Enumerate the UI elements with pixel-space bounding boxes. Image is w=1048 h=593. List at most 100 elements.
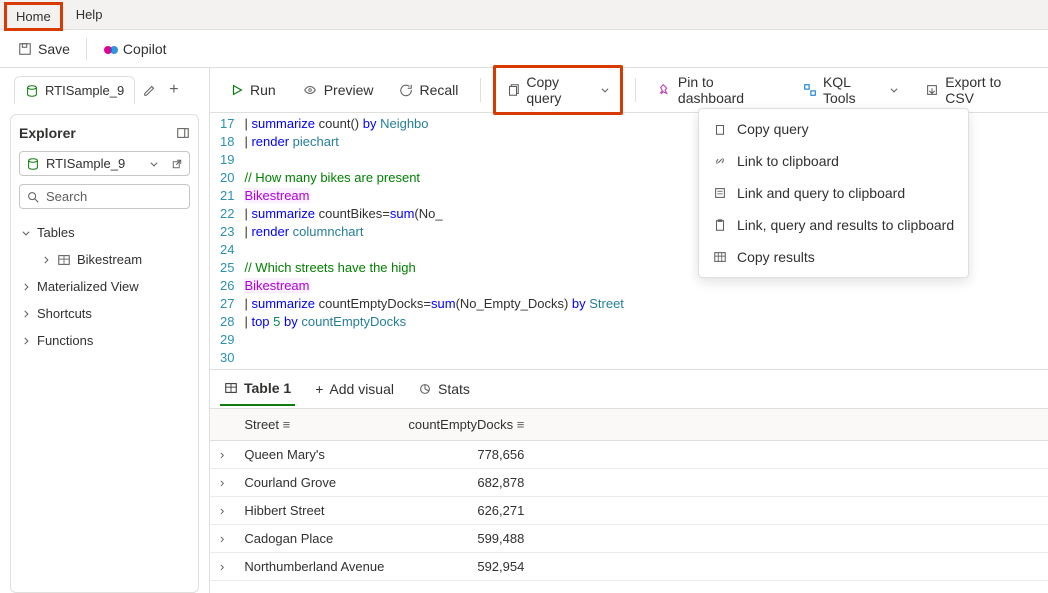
link-icon bbox=[713, 154, 727, 168]
pin-dashboard-button[interactable]: Pin to dashboard bbox=[648, 68, 787, 112]
chevron-down-icon bbox=[600, 85, 610, 95]
recall-label: Recall bbox=[419, 82, 458, 98]
table-icon bbox=[713, 250, 727, 264]
dropdown-link-query[interactable]: Link and query to clipboard bbox=[699, 177, 968, 209]
save-button[interactable]: Save bbox=[10, 37, 78, 61]
play-icon bbox=[230, 83, 244, 97]
table-row[interactable]: ›Courland Grove682,878 bbox=[210, 469, 1048, 497]
dropdown-copy-results[interactable]: Copy results bbox=[699, 241, 968, 273]
kql-tools-label: KQL Tools bbox=[823, 74, 881, 106]
save-label: Save bbox=[38, 41, 70, 57]
database-icon bbox=[26, 157, 40, 171]
export-icon bbox=[925, 83, 939, 97]
tree-label: Materialized View bbox=[37, 279, 139, 294]
explorer-panel: RTISample_9 + Explorer RTISample_9 bbox=[0, 68, 210, 593]
tab-stats[interactable]: Stats bbox=[414, 373, 474, 405]
tree-label: Tables bbox=[37, 225, 75, 240]
table-icon bbox=[224, 381, 238, 395]
preview-label: Preview bbox=[324, 82, 374, 98]
query-toolbar: Run Preview Recall Copy query Pin to das… bbox=[210, 68, 1048, 112]
editor-code[interactable]: | summarize count() by Neighbo| render p… bbox=[244, 113, 623, 369]
dropdown-link[interactable]: Link to clipboard bbox=[699, 145, 968, 177]
column-header-count[interactable]: countEmptyDocks bbox=[408, 417, 513, 432]
run-label: Run bbox=[250, 82, 276, 98]
dropdown-link-query-results[interactable]: Link, query and results to clipboard bbox=[699, 209, 968, 241]
tab-add-visual[interactable]: + Add visual bbox=[311, 373, 398, 405]
results-tabbar: Table 1 + Add visual Stats bbox=[210, 369, 1048, 409]
tab-label: Add visual bbox=[329, 381, 394, 397]
kql-tools-button[interactable]: KQL Tools bbox=[793, 68, 909, 112]
dropdown-label: Copy query bbox=[737, 121, 809, 137]
copy-icon bbox=[506, 83, 520, 97]
table-row[interactable]: ›Cadogan Place599,488 bbox=[210, 525, 1048, 553]
tree-tables[interactable]: Tables bbox=[19, 219, 190, 246]
tab-label: Table 1 bbox=[244, 380, 291, 396]
toolbar-separator bbox=[480, 78, 481, 102]
search-placeholder: Search bbox=[46, 189, 87, 204]
sort-icon[interactable]: ≡ bbox=[517, 417, 525, 432]
toolbar-separator bbox=[635, 78, 636, 102]
menu-home[interactable]: Home bbox=[4, 2, 63, 31]
chevron-right-icon bbox=[41, 255, 51, 265]
clipboard-icon bbox=[713, 218, 727, 232]
menu-help[interactable]: Help bbox=[67, 3, 112, 26]
tree-label: Functions bbox=[37, 333, 93, 348]
tree-label: Bikestream bbox=[77, 252, 142, 267]
menubar: Home Help bbox=[0, 0, 1048, 30]
chevron-down-icon bbox=[889, 85, 899, 95]
toolbar: Save Copilot bbox=[0, 30, 1048, 68]
refresh-icon bbox=[399, 83, 413, 97]
table-row[interactable]: ›Northumberland Avenue592,954 bbox=[210, 553, 1048, 581]
panel-collapse-icon[interactable] bbox=[176, 126, 190, 140]
export-label: Export to CSV bbox=[945, 74, 1028, 106]
dropdown-label: Copy results bbox=[737, 249, 815, 265]
tree-shortcuts[interactable]: Shortcuts bbox=[19, 300, 190, 327]
tab-table1[interactable]: Table 1 bbox=[220, 372, 295, 406]
dropdown-copy-query[interactable]: Copy query bbox=[699, 113, 968, 145]
explorer-tab-label: RTISample_9 bbox=[45, 83, 124, 98]
tree-materialized[interactable]: Materialized View bbox=[19, 273, 190, 300]
copilot-button[interactable]: Copilot bbox=[95, 37, 175, 61]
link-query-icon bbox=[713, 186, 727, 200]
pin-label: Pin to dashboard bbox=[678, 74, 777, 106]
search-input[interactable]: Search bbox=[19, 184, 190, 209]
tools-icon bbox=[803, 83, 817, 97]
column-header-street[interactable]: Street bbox=[244, 417, 279, 432]
chevron-right-icon bbox=[21, 309, 31, 319]
explorer-title: Explorer bbox=[19, 125, 76, 141]
explorer-header: Explorer bbox=[19, 125, 190, 141]
explorer-tab-bar: RTISample_9 + bbox=[0, 68, 209, 104]
chevron-right-icon bbox=[21, 336, 31, 346]
sort-icon[interactable]: ≡ bbox=[283, 417, 291, 432]
export-csv-button[interactable]: Export to CSV bbox=[915, 68, 1038, 112]
pin-icon bbox=[658, 83, 672, 97]
copy-query-button[interactable]: Copy query bbox=[493, 65, 623, 115]
add-tab-icon[interactable]: + bbox=[169, 81, 178, 99]
run-button[interactable]: Run bbox=[220, 76, 286, 104]
chevron-right-icon bbox=[21, 282, 31, 292]
dropdown-label: Link and query to clipboard bbox=[737, 185, 905, 201]
edit-tab-icon[interactable] bbox=[143, 83, 157, 97]
plus-icon: + bbox=[315, 381, 323, 397]
table-icon bbox=[57, 253, 71, 267]
database-selector[interactable]: RTISample_9 bbox=[19, 151, 190, 176]
copilot-label: Copilot bbox=[123, 41, 167, 57]
table-row[interactable]: ›Queen Mary's778,656 bbox=[210, 441, 1048, 469]
table-row[interactable]: ›Hibbert Street626,271 bbox=[210, 497, 1048, 525]
database-name: RTISample_9 bbox=[46, 156, 125, 171]
tree-bikestream[interactable]: Bikestream bbox=[19, 246, 190, 273]
stats-icon bbox=[418, 382, 432, 396]
copilot-icon bbox=[103, 42, 117, 56]
recall-button[interactable]: Recall bbox=[389, 76, 468, 104]
tree-label: Shortcuts bbox=[37, 306, 92, 321]
tree-functions[interactable]: Functions bbox=[19, 327, 190, 354]
chevron-down-icon bbox=[149, 159, 159, 169]
external-link-icon[interactable] bbox=[171, 158, 183, 170]
toolbar-separator bbox=[86, 38, 87, 60]
eye-icon bbox=[302, 83, 318, 97]
explorer-active-tab[interactable]: RTISample_9 bbox=[14, 76, 135, 104]
editor-gutter: 1718192021222324252627282930 bbox=[214, 113, 244, 369]
dropdown-label: Link, query and results to clipboard bbox=[737, 217, 954, 233]
tab-label: Stats bbox=[438, 381, 470, 397]
preview-button[interactable]: Preview bbox=[292, 76, 384, 104]
